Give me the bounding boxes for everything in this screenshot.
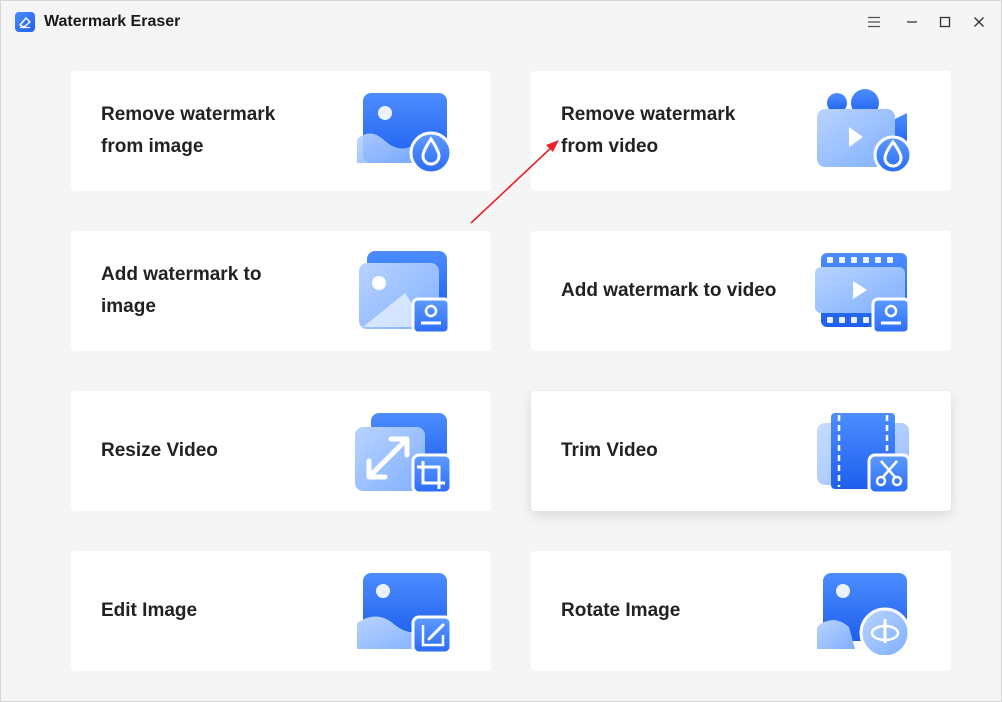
card-trim-video[interactable]: Trim Video — [531, 391, 951, 511]
app-title: Watermark Eraser — [44, 13, 181, 30]
minimize-button[interactable] — [899, 9, 925, 35]
card-add-watermark-video[interactable]: Add watermark to video — [531, 231, 951, 351]
card-resize-video[interactable]: Resize Video — [71, 391, 491, 511]
maximize-icon — [939, 16, 951, 28]
close-icon — [974, 17, 984, 27]
maximize-button[interactable] — [932, 9, 958, 35]
card-label: Remove watermark from image — [101, 104, 276, 157]
card-label: Add watermark to image — [101, 264, 262, 317]
card-edit-image[interactable]: Edit Image — [71, 551, 491, 671]
title-bar: Watermark Eraser — [1, 1, 1001, 43]
resize-crop-icon — [351, 409, 455, 495]
card-remove-watermark-image[interactable]: Remove watermark from image — [71, 71, 491, 191]
image-drop-icon — [351, 89, 455, 175]
close-button[interactable] — [966, 9, 992, 35]
video-drop-icon — [811, 89, 915, 175]
video-stamp-icon — [811, 249, 915, 335]
menu-button[interactable] — [861, 9, 887, 35]
image-edit-icon — [351, 569, 455, 655]
card-label: Trim Video — [561, 440, 658, 461]
card-label: Remove watermark from video — [561, 104, 736, 157]
card-label: Rotate Image — [561, 600, 681, 621]
card-label: Resize Video — [101, 440, 218, 461]
minimize-icon — [907, 21, 917, 23]
card-label: Add watermark to video — [561, 280, 777, 301]
image-stamp-icon — [351, 249, 455, 335]
card-label: Edit Image — [101, 600, 198, 621]
card-rotate-image[interactable]: Rotate Image — [531, 551, 951, 671]
image-rotate-icon — [811, 569, 915, 659]
trim-scissors-icon — [811, 409, 915, 495]
card-remove-watermark-video[interactable]: Remove watermark from video — [531, 71, 951, 191]
menu-icon — [868, 16, 880, 28]
eraser-logo-icon — [15, 12, 35, 32]
card-add-watermark-image[interactable]: Add watermark to image — [71, 231, 491, 351]
